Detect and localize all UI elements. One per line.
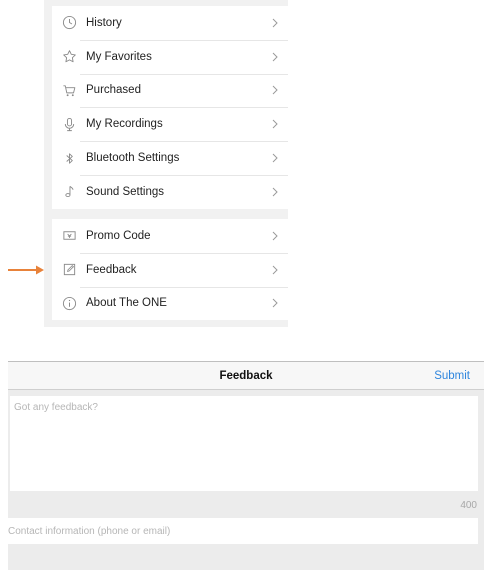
star-icon xyxy=(52,49,86,64)
chevron-right-icon xyxy=(262,153,288,163)
contact-input[interactable] xyxy=(8,518,478,544)
menu-group-other: Promo Code Feedback About The ONE xyxy=(52,219,288,321)
chevron-right-icon xyxy=(262,298,288,308)
chevron-right-icon xyxy=(262,231,288,241)
feedback-textarea[interactable] xyxy=(10,396,478,491)
info-icon xyxy=(52,296,86,311)
chevron-right-icon xyxy=(262,187,288,197)
clock-icon xyxy=(52,15,86,30)
arrow-right-icon xyxy=(8,265,44,275)
menu-item-label: Sound Settings xyxy=(86,185,165,198)
menu-item-label: Bluetooth Settings xyxy=(86,152,180,165)
menu-item-label: About The ONE xyxy=(86,297,167,310)
menu-item-sound-settings[interactable]: Sound Settings xyxy=(52,174,288,209)
chevron-right-icon xyxy=(262,85,288,95)
settings-menu-panel: History My Favorites Purchased My Record… xyxy=(44,0,288,327)
chevron-right-icon xyxy=(262,119,288,129)
chevron-right-icon xyxy=(262,265,288,275)
menu-item-label: Purchased xyxy=(86,84,141,97)
microphone-icon xyxy=(52,117,86,132)
menu-item-label: Feedback xyxy=(86,263,137,276)
bluetooth-icon xyxy=(52,151,86,166)
menu-item-label: My Favorites xyxy=(86,50,152,63)
menu-item-label: History xyxy=(86,16,122,29)
menu-item-purchased[interactable]: Purchased xyxy=(52,73,288,108)
music-note-icon xyxy=(52,184,86,199)
menu-item-my-favorites[interactable]: My Favorites xyxy=(52,39,288,74)
chevron-right-icon xyxy=(262,18,288,28)
menu-group-main: History My Favorites Purchased My Record… xyxy=(52,6,288,209)
character-counter: 400 xyxy=(460,500,477,511)
feedback-screen: Feedback Submit 400 xyxy=(8,361,484,570)
feedback-header: Feedback Submit xyxy=(8,361,484,390)
menu-item-about[interactable]: About The ONE xyxy=(52,286,288,321)
menu-item-bluetooth-settings[interactable]: Bluetooth Settings xyxy=(52,141,288,175)
menu-item-promo-code[interactable]: Promo Code xyxy=(52,219,288,253)
edit-icon xyxy=(52,262,86,277)
cart-icon xyxy=(52,83,86,98)
menu-item-label: Promo Code xyxy=(86,229,151,242)
ticket-icon xyxy=(52,228,86,243)
chevron-right-icon xyxy=(262,52,288,62)
menu-item-feedback[interactable]: Feedback xyxy=(52,252,288,287)
page-title: Feedback xyxy=(219,370,273,382)
menu-item-history[interactable]: History xyxy=(52,6,288,40)
menu-item-my-recordings[interactable]: My Recordings xyxy=(52,107,288,141)
submit-button[interactable]: Submit xyxy=(434,370,470,382)
menu-item-label: My Recordings xyxy=(86,118,163,131)
